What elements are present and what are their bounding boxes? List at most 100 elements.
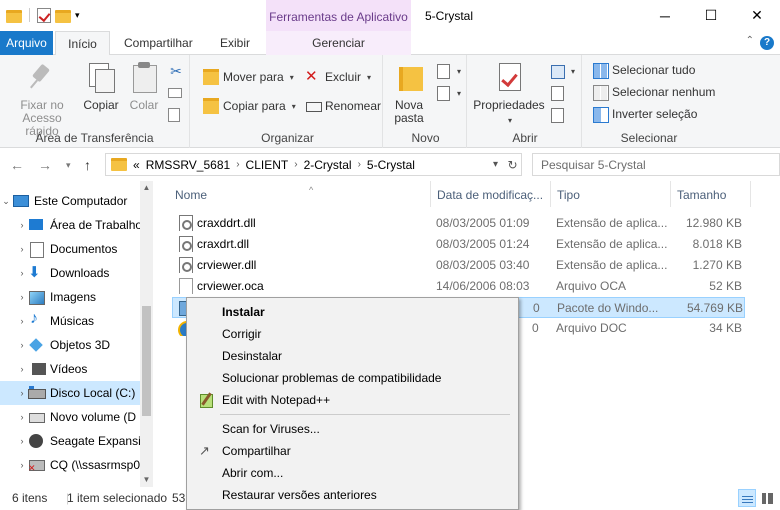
ribbon-collapse-icon[interactable]: ⌃ xyxy=(746,35,754,46)
table-row[interactable]: crviewer.oca 14/06/2006 08:03 Arquivo OC… xyxy=(172,276,745,297)
expand-chevron-icon[interactable]: › xyxy=(16,340,28,350)
menu-item-install[interactable]: Instalar xyxy=(189,301,516,323)
open-button[interactable]: ▾ xyxy=(549,61,575,81)
nav-item-documents[interactable]: › Documentos xyxy=(0,237,140,261)
close-button[interactable]: ✕ xyxy=(734,0,780,31)
dropdown-arrow-icon: ▾ xyxy=(367,72,372,82)
up-icon[interactable]: ↑ xyxy=(84,157,91,173)
quick-access-toolbar: ▾ xyxy=(6,7,80,23)
large-icons-view-icon[interactable] xyxy=(758,489,776,507)
expand-chevron-icon[interactable]: › xyxy=(16,316,28,326)
back-icon[interactable]: ← xyxy=(10,157,24,173)
minimize-button[interactable]: ─ xyxy=(642,0,688,31)
column-header-type[interactable]: Tipo xyxy=(551,181,671,207)
easy-access-button[interactable]: ▾ xyxy=(435,83,461,103)
invert-selection-button[interactable]: Inverter seleção xyxy=(592,104,697,124)
rename-button[interactable]: Renomear xyxy=(305,96,381,116)
properties-button[interactable]: Propriedades ▾ xyxy=(473,61,545,127)
expand-chevron-icon[interactable]: › xyxy=(16,460,28,470)
table-row[interactable]: crviewer.dll 08/03/2005 03:40 Extensão d… xyxy=(172,255,745,276)
new-item-button[interactable]: ▾ xyxy=(435,61,461,81)
breadcrumb-separator-icon[interactable]: › xyxy=(236,159,239,170)
tab-share[interactable]: Compartilhar xyxy=(116,31,201,55)
scroll-up-icon[interactable]: ▲ xyxy=(140,181,153,195)
menu-item-uninstall[interactable]: Desinstalar xyxy=(189,345,516,367)
copy-to-button[interactable]: Copiar para ▾ xyxy=(203,96,296,116)
expand-chevron-icon[interactable]: › xyxy=(16,436,28,446)
menu-item-scan-viruses[interactable]: Scan for Viruses... xyxy=(189,418,516,440)
folder-icon[interactable] xyxy=(6,9,22,23)
nav-item-pictures[interactable]: › Imagens xyxy=(0,285,140,309)
expand-chevron-icon[interactable]: › xyxy=(16,220,28,230)
column-header-date[interactable]: Data de modificaç... xyxy=(431,181,551,207)
paste-button[interactable]: Colar xyxy=(125,61,163,112)
properties-icon[interactable] xyxy=(37,7,51,23)
expand-chevron-icon[interactable]: › xyxy=(16,268,28,278)
tab-view[interactable]: Exibir xyxy=(212,31,258,55)
paste-shortcut-button[interactable] xyxy=(168,105,180,125)
nav-item-seagate[interactable]: › Seagate Expansio xyxy=(0,429,140,453)
nav-item-new-volume[interactable]: › Novo volume (D xyxy=(0,405,140,429)
expand-chevron-icon[interactable]: › xyxy=(16,292,28,302)
expand-chevron-icon[interactable]: › xyxy=(16,388,28,398)
new-folder-icon[interactable] xyxy=(55,9,71,23)
nav-item-downloads[interactable]: › Downloads xyxy=(0,261,140,285)
menu-item-edit-notepad[interactable]: Edit with Notepad++ xyxy=(189,389,516,411)
address-bar[interactable]: « RMSSRV_5681 › CLIENT › 2-Crystal › 5-C… xyxy=(105,153,522,176)
expand-chevron-icon[interactable]: › xyxy=(16,364,28,374)
column-header-size[interactable]: Tamanho xyxy=(671,181,751,207)
expand-chevron-icon[interactable]: › xyxy=(16,412,28,422)
help-icon[interactable]: ? xyxy=(760,36,774,50)
breadcrumb-item[interactable]: RMSSRV_5681 xyxy=(146,158,231,172)
breadcrumb-separator-icon[interactable]: › xyxy=(358,159,361,170)
tab-home[interactable]: Início xyxy=(55,31,110,56)
qat-dropdown-icon[interactable]: ▾ xyxy=(75,7,80,23)
breadcrumb-item[interactable]: 2-Crystal xyxy=(304,158,352,172)
address-dropdown-icon[interactable]: ▾ xyxy=(487,159,504,170)
select-all-button[interactable]: Selecionar tudo xyxy=(592,60,695,80)
nav-item-network-drive[interactable]: › CQ (\\ssasrmsp0 xyxy=(0,453,141,477)
table-row[interactable]: craxddrt.dll 08/03/2005 01:09 Extensão d… xyxy=(172,213,745,234)
menu-item-restore-versions[interactable]: Restaurar versões anteriores xyxy=(189,484,516,506)
nav-item-videos[interactable]: › Vídeos xyxy=(0,357,140,381)
nav-item-3d-objects[interactable]: › Objetos 3D xyxy=(0,333,140,357)
scroll-down-icon[interactable]: ▼ xyxy=(140,473,153,487)
menu-item-open-with[interactable]: Abrir com... xyxy=(189,462,516,484)
breadcrumb-item[interactable]: 5-Crystal xyxy=(367,158,415,172)
table-row[interactable]: craxdrt.dll 08/03/2005 01:24 Extensão de… xyxy=(172,234,745,255)
nav-item-this-pc[interactable]: ⌄ Este Computador xyxy=(0,189,140,213)
search-box[interactable] xyxy=(532,153,780,176)
search-input[interactable] xyxy=(533,157,753,172)
delete-button[interactable]: ✕ Excluir ▾ xyxy=(305,67,371,87)
forward-icon[interactable]: → xyxy=(38,157,52,173)
pin-quick-access-button[interactable]: Fixar no Acesso rápido xyxy=(4,61,80,138)
breadcrumb-overflow[interactable]: « xyxy=(133,158,140,172)
edit-button[interactable] xyxy=(549,83,565,103)
scrollbar-thumb[interactable] xyxy=(142,306,151,416)
expand-chevron-icon[interactable]: › xyxy=(16,244,28,254)
tab-manage[interactable]: Gerenciar xyxy=(266,31,411,55)
history-button[interactable] xyxy=(549,105,565,125)
copy-path-button[interactable] xyxy=(168,83,182,103)
breadcrumb-separator-icon[interactable]: › xyxy=(294,159,297,170)
menu-item-troubleshoot[interactable]: Solucionar problemas de compatibilidade xyxy=(189,367,516,389)
collapse-chevron-icon[interactable]: ⌄ xyxy=(0,196,12,207)
details-view-icon[interactable] xyxy=(738,489,756,507)
nav-item-local-disk[interactable]: › Disco Local (C:) xyxy=(0,381,140,405)
maximize-button[interactable]: ☐ xyxy=(688,0,734,31)
nav-item-music[interactable]: › Músicas xyxy=(0,309,140,333)
menu-item-share[interactable]: ↗ Compartilhar xyxy=(189,440,516,462)
nav-item-desktop[interactable]: › Área de Trabalho xyxy=(0,213,141,237)
tab-file[interactable]: Arquivo xyxy=(0,31,53,55)
move-to-button[interactable]: Mover para ▾ xyxy=(203,67,294,87)
new-folder-button[interactable]: Nova pasta xyxy=(391,61,427,125)
nav-pane-scrollbar[interactable]: ▲ ▼ xyxy=(140,181,153,487)
copy-button[interactable]: Copiar xyxy=(80,61,122,112)
breadcrumb-item[interactable]: CLIENT xyxy=(246,158,289,172)
column-header-name[interactable]: ^ Nome xyxy=(169,181,431,207)
select-none-button[interactable]: Selecionar nenhum xyxy=(592,82,715,102)
refresh-icon[interactable]: ↻ xyxy=(504,158,521,172)
menu-item-repair[interactable]: Corrigir xyxy=(189,323,516,345)
cut-button[interactable]: ✂ xyxy=(168,61,184,81)
recent-locations-icon[interactable]: ▾ xyxy=(66,160,71,171)
